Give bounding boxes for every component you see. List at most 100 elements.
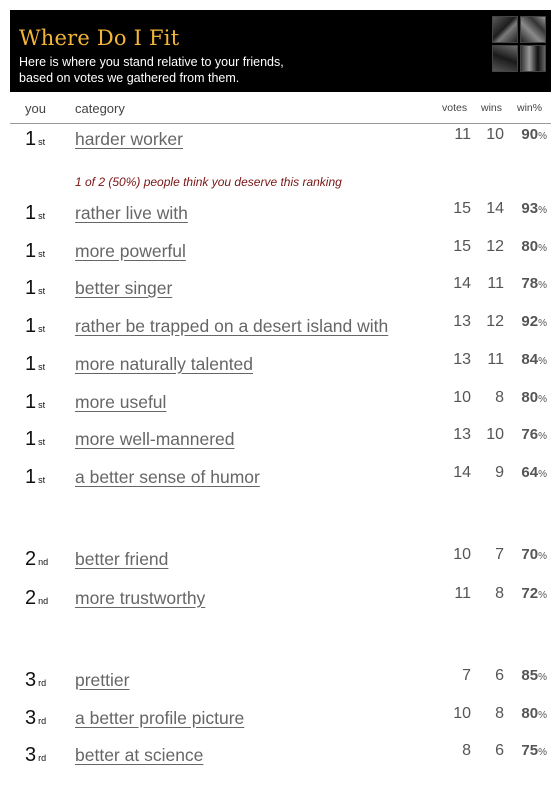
rank-suffix: st [38,286,46,296]
rank-suffix: st [38,137,46,147]
votes-value: 7 [462,667,471,684]
win-percent-value: 76% [521,426,547,443]
app-header: Where Do I Fit Here is where you stand r… [10,10,551,92]
votes-value: 14 [453,275,471,292]
category-link[interactable]: better singer [75,278,172,299]
col-you: you [25,101,46,116]
rank-suffix: st [38,324,46,334]
wins-value: 10 [486,426,504,443]
wins-value: 6 [495,742,504,759]
friend-photo[interactable] [492,16,518,43]
table-row: 1st harder worker 11 10 90% [10,126,551,156]
win-percent-value: 92% [521,313,547,330]
table-row: 1st rather live with 15 14 93% [10,200,551,230]
page-title: Where Do I Fit [19,26,180,50]
wins-value: 7 [495,546,504,563]
votes-value: 11 [454,126,471,143]
votes-value: 15 [453,200,471,217]
table-row: 1st more naturally talented 13 11 84% [10,351,551,381]
win-percent-value: 85% [521,667,547,684]
rank-value: 1st [25,128,46,150]
table-row: 1st more powerful 15 12 80% [10,238,551,268]
category-link[interactable]: more useful [75,392,166,413]
votes-value: 10 [453,705,471,722]
win-percent-value: 80% [521,238,547,255]
votes-value: 13 [453,426,471,443]
category-link[interactable]: a better sense of humor [75,467,260,488]
table-row: 1st rather be trapped on a desert island … [10,313,551,343]
category-link[interactable]: more trustworthy [75,588,205,609]
table-row: 1st better singer 14 11 78% [10,275,551,305]
col-winpct: win% [517,102,543,114]
win-percent-value: 64% [521,464,547,481]
votes-value: 8 [462,742,471,759]
rank-suffix: nd [38,557,49,567]
rank-value: 1st [25,466,46,488]
category-link[interactable]: rather be trapped on a desert island wit… [75,316,388,337]
table-row: 1st more well-mannered 13 10 76% [10,426,551,456]
win-percent-value: 70% [521,546,547,563]
win-percent-value: 78% [521,275,547,292]
rank-suffix: st [38,400,46,410]
wins-value: 12 [486,313,504,330]
category-link[interactable]: harder worker [75,129,183,150]
category-link[interactable]: better friend [75,549,168,570]
wins-value: 10 [486,126,504,143]
table-row: 3rd a better profile picture 10 8 80% [10,705,551,735]
wins-value: 9 [495,464,504,481]
rank-value: 2nd [25,548,49,570]
wins-value: 8 [495,585,504,602]
wins-value: 8 [495,705,504,722]
subtitle-line-2: based on votes we gathered from them. [19,71,240,85]
category-link[interactable]: more well-mannered [75,429,235,450]
rank-value: 3rd [25,707,47,729]
category-link[interactable]: more powerful [75,241,186,262]
friend-photo[interactable] [520,45,546,72]
col-wins: wins [481,102,503,114]
friend-photos [492,16,546,72]
wins-value: 11 [487,351,504,368]
subtitle-line-1: Here is where you stand relative to your… [19,55,284,69]
win-percent-value: 75% [521,742,547,759]
wins-value: 11 [487,275,504,292]
col-votes: votes [442,102,468,114]
win-percent-value: 90% [521,126,547,143]
category-link[interactable]: rather live with [75,203,188,224]
friend-photo[interactable] [520,16,546,43]
votes-value: 10 [453,389,471,406]
win-percent-value: 72% [521,585,547,602]
friend-photo[interactable] [492,45,518,72]
rank-suffix: rd [38,753,47,763]
rank-suffix: st [38,362,46,372]
rank-suffix: rd [38,678,47,688]
page-subtitle: Here is where you stand relative to your… [19,54,284,86]
rank-suffix: nd [38,596,49,606]
votes-value: 14 [453,464,471,481]
rank-value: 1st [25,277,46,299]
rank-value: 1st [25,391,46,413]
category-link[interactable]: prettier [75,670,129,691]
rank-value: 1st [25,202,46,224]
table-row: 2nd better friend 10 7 70% [10,546,551,576]
win-percent-value: 80% [521,389,547,406]
rank-suffix: st [38,437,46,447]
rank-suffix: rd [38,716,47,726]
col-category: category [75,101,125,116]
category-link[interactable]: more naturally talented [75,354,253,375]
rank-suffix: st [38,211,46,221]
rank-suffix: st [38,475,46,485]
ranking-note: 1 of 2 (50%) people think you deserve th… [75,175,342,189]
votes-value: 10 [453,546,471,563]
wins-value: 14 [486,200,504,217]
category-link[interactable]: better at science [75,745,203,766]
win-percent-value: 84% [521,351,547,368]
rank-value: 3rd [25,744,47,766]
rank-suffix: st [38,249,46,259]
category-link[interactable]: a better profile picture [75,708,244,729]
rank-value: 3rd [25,669,47,691]
table-row: 2nd more trustworthy 11 8 72% [10,585,551,615]
wins-value: 8 [495,389,504,406]
rank-value: 2nd [25,587,49,609]
wins-value: 6 [495,667,504,684]
votes-value: 13 [453,351,471,368]
